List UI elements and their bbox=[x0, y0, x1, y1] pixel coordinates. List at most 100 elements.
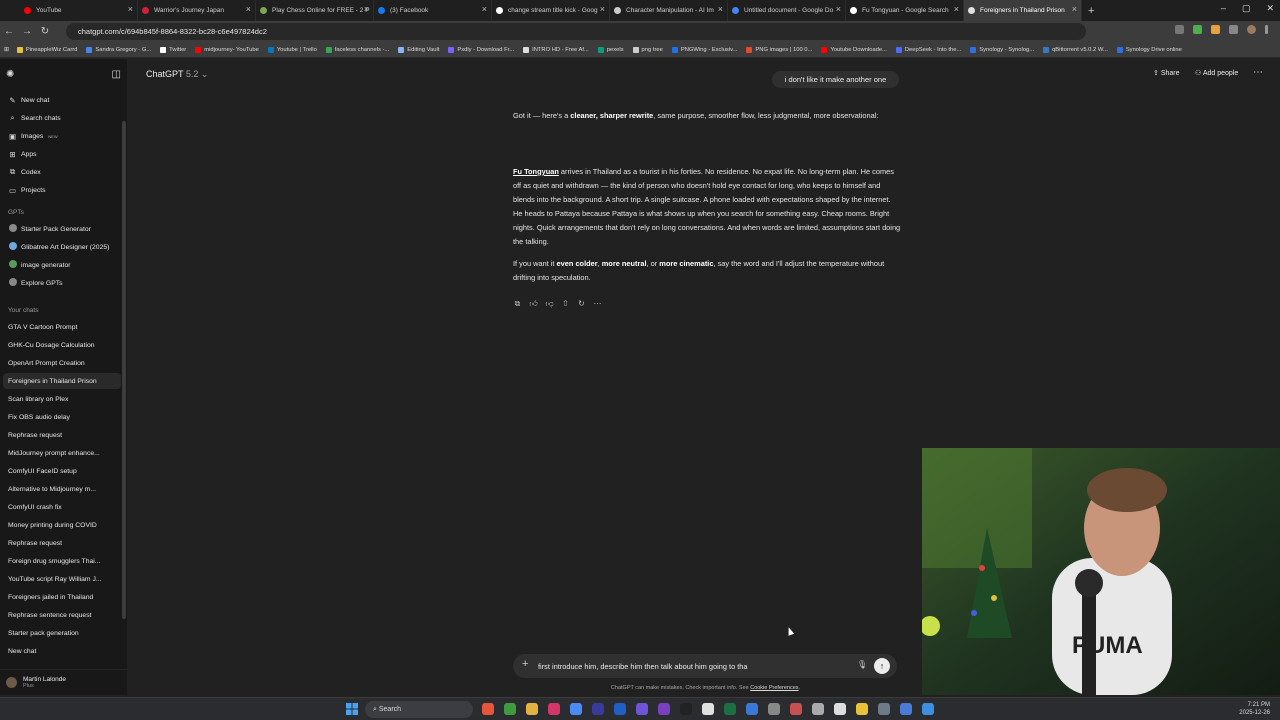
browser-tab[interactable]: Untitled document - Google Do × bbox=[728, 0, 846, 21]
browser-tab[interactable]: Play Chess Online for FREE - 2 P × bbox=[256, 0, 374, 21]
bookmark-item[interactable]: PineappleWiz Carrd bbox=[16, 46, 77, 53]
prompt-input[interactable]: first introduce him, describe him then t… bbox=[538, 662, 748, 671]
bookmark-item[interactable]: Editing Vault bbox=[398, 46, 439, 53]
sidebar-item[interactable]: ▭ Projects bbox=[3, 182, 121, 198]
gpt-item[interactable]: Glibatree Art Designer (2025) bbox=[3, 239, 121, 255]
chat-history-item[interactable]: OpenArt Prompt Creation bbox=[3, 355, 121, 371]
maximize-icon[interactable]: ▢ bbox=[1242, 3, 1251, 14]
close-tab-icon[interactable]: × bbox=[600, 4, 605, 14]
bookmark-star-icon[interactable] bbox=[1175, 25, 1184, 34]
browser-tab[interactable]: Fu Tongyuan - Google Search × bbox=[846, 0, 964, 21]
taskbar-app-icon[interactable] bbox=[570, 703, 582, 715]
close-tab-icon[interactable]: × bbox=[364, 4, 369, 14]
bookmark-item[interactable]: Synology Drive online bbox=[1116, 46, 1182, 53]
more-options-icon[interactable]: ⋯ bbox=[1253, 67, 1263, 78]
chat-history-item[interactable]: Foreigners jailed in Thailand bbox=[3, 589, 121, 605]
taskbar-app-icon[interactable] bbox=[812, 703, 824, 715]
chat-history-item[interactable]: ComfyUI FaceID setup bbox=[3, 463, 121, 479]
chat-history-item[interactable]: Scan library on Plex bbox=[3, 391, 121, 407]
taskbar-app-icon[interactable] bbox=[900, 703, 912, 715]
chat-history-item[interactable]: Rephrase request bbox=[3, 535, 121, 551]
apps-grid-icon[interactable]: ⊞ bbox=[4, 47, 9, 53]
taskbar-app-icon[interactable] bbox=[614, 703, 626, 715]
chat-history-item[interactable]: Money printing during COVID bbox=[3, 517, 121, 533]
message-composer[interactable]: + first introduce him, describe him then… bbox=[513, 654, 897, 678]
taskbar-app-icon[interactable] bbox=[636, 703, 648, 715]
model-selector[interactable]: ChatGPT 5.2 ⌄ bbox=[146, 69, 208, 80]
bookmark-item[interactable]: Sandra Gregory - G... bbox=[86, 46, 151, 53]
sidebar-scrollbar[interactable] bbox=[122, 121, 126, 619]
taskbar-app-icon[interactable] bbox=[504, 703, 516, 715]
chat-history-item[interactable]: Foreign drug smugglers Thai... bbox=[3, 553, 121, 569]
toggle-sidebar-icon[interactable]: ◫ bbox=[112, 69, 121, 80]
taskbar-app-icon[interactable] bbox=[922, 703, 934, 715]
close-tab-icon[interactable]: × bbox=[1072, 4, 1077, 14]
gpt-item[interactable]: Starter Pack Generator bbox=[3, 221, 121, 237]
bookmark-item[interactable]: Youtube | Trello bbox=[267, 46, 317, 53]
browser-tab[interactable]: Warrior's Journey Japan × bbox=[138, 0, 256, 21]
back-icon[interactable]: ← bbox=[0, 26, 18, 37]
close-tab-icon[interactable]: × bbox=[246, 4, 251, 14]
extension-icon[interactable] bbox=[1211, 25, 1220, 34]
chat-history-item[interactable]: MidJourney prompt enhance... bbox=[3, 445, 121, 461]
chat-history-item[interactable]: GTA V Cartoon Prompt bbox=[3, 319, 121, 335]
sidebar-item[interactable]: ⊞ Apps bbox=[3, 146, 121, 162]
reload-icon[interactable]: ↻ bbox=[36, 26, 54, 37]
send-button[interactable]: ↑ bbox=[874, 658, 890, 674]
browser-menu-icon[interactable] bbox=[1265, 25, 1268, 34]
url-field[interactable]: chatgpt.com/c/694b845f-8864-8322-bc28-c6… bbox=[66, 23, 1086, 40]
bookmark-item[interactable]: PNGWing - Exclusiv... bbox=[671, 46, 737, 53]
plus-icon[interactable]: + bbox=[522, 658, 528, 670]
bookmark-item[interactable]: faceless channels -... bbox=[325, 46, 389, 53]
sidebar-item[interactable]: ✎ New chat bbox=[3, 92, 121, 108]
taskbar-app-icon[interactable] bbox=[724, 703, 736, 715]
bookmark-item[interactable]: INTRO HD - Free Af... bbox=[523, 46, 589, 53]
close-tab-icon[interactable]: × bbox=[482, 4, 487, 14]
forward-icon[interactable]: → bbox=[18, 26, 36, 37]
taskbar-app-icon[interactable] bbox=[526, 703, 538, 715]
browser-tab[interactable]: (3) Facebook × bbox=[374, 0, 492, 21]
chat-history-item[interactable]: Fix OBS audio delay bbox=[3, 409, 121, 425]
chat-history-item[interactable]: Rephrase request bbox=[3, 427, 121, 443]
close-tab-icon[interactable]: × bbox=[718, 4, 723, 14]
bookmark-item[interactable]: pexels bbox=[597, 46, 624, 53]
system-clock[interactable]: 7:21 PM 2025-12-26 bbox=[1239, 701, 1270, 717]
bookmark-item[interactable]: Pxdly - Download Fr... bbox=[448, 46, 514, 53]
gpt-item[interactable]: image generator bbox=[3, 257, 121, 273]
sidebar-item[interactable]: ▣ Images NEW bbox=[3, 128, 121, 144]
taskbar-app-icon[interactable] bbox=[746, 703, 758, 715]
taskbar-search[interactable]: ⌕ Search bbox=[365, 701, 473, 718]
copy-icon[interactable]: ⧉ bbox=[513, 299, 522, 309]
chat-history-item[interactable]: GHK-Cu Dosage Calculation bbox=[3, 337, 121, 353]
taskbar-app-icon[interactable] bbox=[592, 703, 604, 715]
bookmark-item[interactable]: Youtube Downloade... bbox=[821, 46, 887, 53]
chat-history-item[interactable]: Alternative to Midjourney m... bbox=[3, 481, 121, 497]
taskbar-app-icon[interactable] bbox=[834, 703, 846, 715]
cookie-preferences-link[interactable]: Cookie Preferences bbox=[750, 685, 798, 691]
share-message-icon[interactable]: ⇧ bbox=[561, 299, 570, 309]
profile-avatar-icon[interactable] bbox=[1247, 25, 1256, 34]
chat-history-item[interactable]: New chat bbox=[3, 643, 121, 659]
regenerate-icon[interactable]: ↻ bbox=[577, 299, 586, 309]
new-tab-icon[interactable]: + bbox=[1088, 5, 1094, 17]
bookmark-item[interactable]: Twitter bbox=[160, 46, 186, 53]
taskbar-app-icon[interactable] bbox=[658, 703, 670, 715]
taskbar-app-icon[interactable] bbox=[702, 703, 714, 715]
taskbar-app-icon[interactable] bbox=[878, 703, 890, 715]
browser-tab[interactable]: change stream title kick - Goog × bbox=[492, 0, 610, 21]
chat-history-item[interactable]: ComfyUI crash fix bbox=[3, 499, 121, 515]
windows-start-icon[interactable] bbox=[346, 703, 358, 715]
sidebar-item[interactable]: ⌕ Search chats bbox=[3, 110, 121, 126]
add-people-button[interactable]: ⚇ Add people bbox=[1195, 69, 1238, 77]
gpt-item[interactable]: Explore GPTs bbox=[3, 275, 121, 291]
close-tab-icon[interactable]: × bbox=[836, 4, 841, 14]
taskbar-app-icon[interactable] bbox=[680, 703, 692, 715]
close-tab-icon[interactable]: × bbox=[954, 4, 959, 14]
chat-history-item[interactable]: Rephrase sentence request bbox=[3, 607, 121, 623]
openai-logo-icon[interactable]: ✺ bbox=[6, 69, 14, 80]
chat-history-item[interactable]: Starter pack generation bbox=[3, 625, 121, 641]
taskbar-app-icon[interactable] bbox=[548, 703, 560, 715]
close-tab-icon[interactable]: × bbox=[128, 4, 133, 14]
microphone-icon[interactable]: 🎙︎ bbox=[857, 660, 867, 669]
taskbar-app-icon[interactable] bbox=[482, 703, 494, 715]
